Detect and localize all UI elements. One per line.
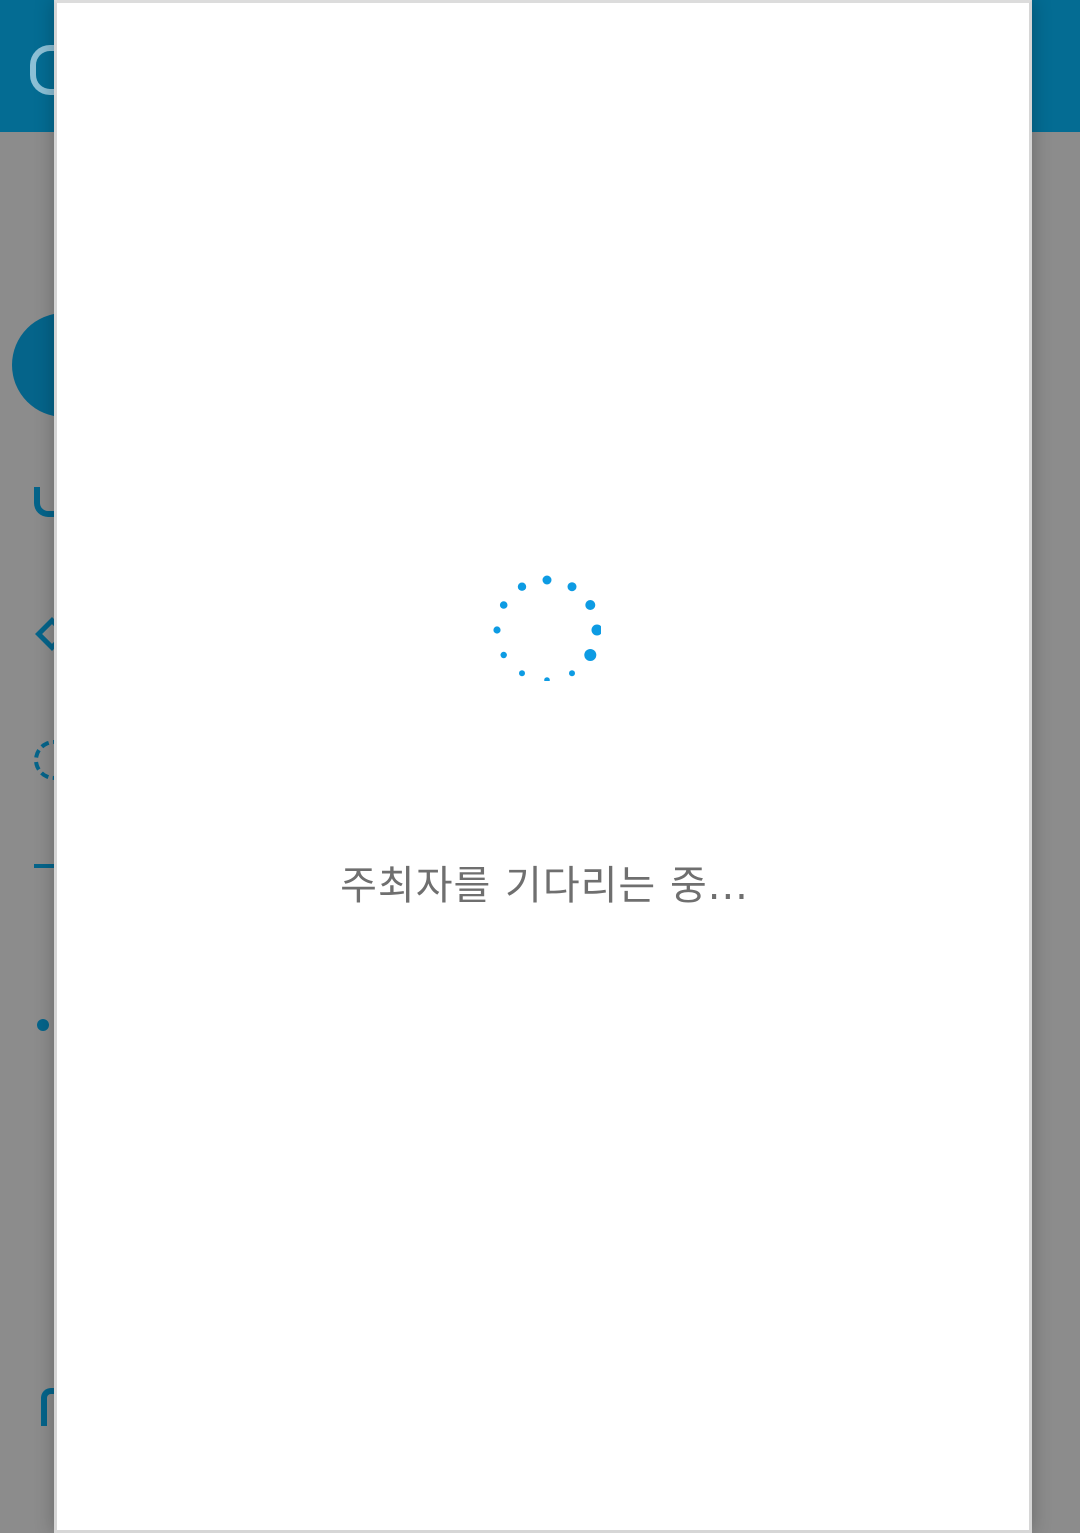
- spinner-dot: [542, 575, 552, 585]
- waiting-dialog: 주최자를 기다리는 중...: [54, 0, 1032, 1533]
- spinner-dot: [569, 670, 575, 677]
- spinner-dot: [517, 582, 527, 591]
- loading-spinner-icon: [493, 575, 601, 681]
- spinner-dot: [493, 626, 501, 634]
- spinner-dot: [544, 677, 550, 681]
- spinner-dot: [591, 624, 601, 636]
- spinner-dot: [567, 582, 577, 592]
- spinner-dot: [500, 651, 507, 659]
- dot-icon: [37, 1019, 49, 1031]
- spinner-dot: [585, 600, 596, 610]
- waiting-status-text: 주최자를 기다리는 중...: [340, 863, 749, 909]
- spinner-dot: [519, 670, 525, 677]
- spinner-dot: [499, 601, 508, 609]
- spinner-dot: [584, 649, 597, 661]
